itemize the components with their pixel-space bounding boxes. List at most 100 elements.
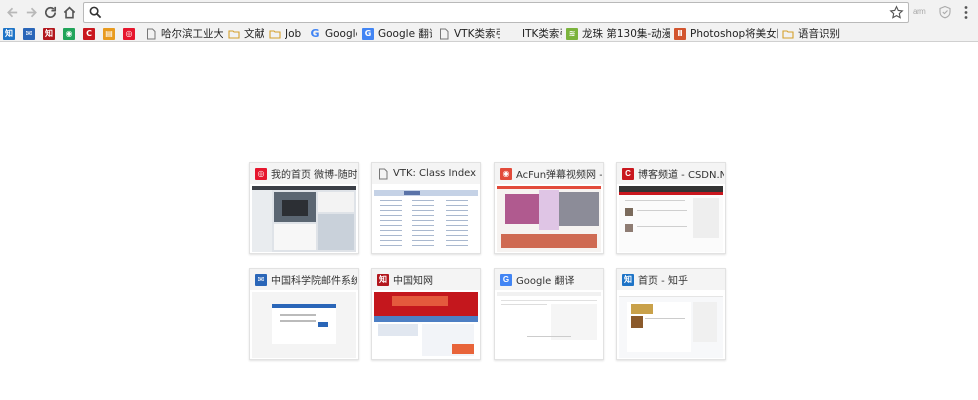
page-icon [379,168,388,179]
thumb-block [380,240,402,241]
bookmark-item[interactable]: 知 [43,26,57,41]
tile-header: ✉ 中国科学院邮件系统 [250,269,358,290]
tile-header: C 博客频道 - CSDN.NET [617,163,725,184]
most-visited-tile[interactable]: ◎ 我的首页 微博-随时随地 [249,162,359,254]
thumb-block [446,205,468,206]
address-input[interactable] [106,4,886,21]
zhihu-icon: 知 [3,27,15,40]
thumb-block [380,215,402,216]
thumb-block [501,300,597,301]
thumb-block [380,210,402,211]
bookmark-item[interactable]: Job [269,26,305,41]
bookmark-item[interactable]: 文献 [228,26,264,41]
reload-button[interactable] [41,3,60,22]
thumb-block [380,235,402,236]
tile-thumbnail [252,292,356,358]
back-button[interactable] [3,3,22,22]
bookmark-item[interactable]: ◉ [63,26,77,41]
weibo-icon: ◎ [255,167,267,180]
tile-thumbnail [619,292,723,358]
forward-arrow-icon [26,7,37,18]
most-visited-tile[interactable]: C 博客频道 - CSDN.NET [616,162,726,254]
thumb-block [501,304,547,340]
thumb-block [380,205,402,206]
tile-thumbnail [374,186,478,252]
bookmark-item[interactable]: ITK类索引 [506,26,562,41]
thumb-block [637,210,687,211]
bookmark-item[interactable]: G Google [309,26,357,41]
thumb-block [378,324,418,336]
cnki-icon: 知 [377,273,389,286]
orange-icon: ▤ [103,27,115,40]
page-icon [147,28,156,39]
thumb-block [446,235,468,236]
bookmark-item[interactable]: ≋ 龙珠 第130集-动漫-高 [566,26,670,41]
bookmark-item[interactable]: VTK类索引 [438,26,500,41]
most-visited-tile[interactable]: VTK: Class Index [371,162,481,254]
thumb-block [380,230,402,231]
thumb-block [380,200,402,201]
most-visited-tile[interactable]: ✉ 中国科学院邮件系统 [249,268,359,360]
menu-dots-icon[interactable] [962,5,970,20]
bookmark-item[interactable]: 哈尔滨工业大学 [145,26,223,41]
bookmark-item[interactable]: ▤ [103,26,117,41]
bookmark-label: VTK类索引 [454,28,500,40]
bookmark-item[interactable]: ✉ [23,26,37,41]
address-bar[interactable] [83,2,909,23]
home-button[interactable] [60,3,79,22]
thumb-block [446,200,468,201]
thumb-block [497,292,601,296]
bookmark-item[interactable]: C [83,26,97,41]
bookmark-star-icon[interactable] [889,5,904,20]
thumb-block [551,304,597,340]
thumb-block [374,190,478,196]
thumb-block [497,186,601,189]
thumb-block [539,190,559,230]
bookmark-item[interactable]: 知 [3,26,17,41]
thumb-block [380,220,402,221]
bookmark-item[interactable]: G Google 翻译 [362,26,432,41]
thumb-block [501,304,547,305]
bookmark-label: Google [325,27,357,40]
most-visited-tile[interactable]: 知中国知网 [371,268,481,360]
ps-icon: Ⅱ [674,27,686,40]
google-translate-icon: G [362,27,374,40]
thumb-block [446,215,468,216]
thumb-block [412,240,434,241]
tile-thumbnail [497,186,601,252]
folder-icon [782,29,794,39]
thumb-block [252,190,272,252]
thumb-block [412,230,434,231]
most-visited-tile[interactable]: ◉ AcFun弹幕视频网 - 认真 [494,162,604,254]
thumb-block [631,304,653,314]
forward-button[interactable] [22,3,41,22]
extension-arm-button[interactable]: arm [913,7,926,16]
shield-extension-icon[interactable] [938,5,952,19]
thumb-block [619,192,723,195]
page-icon [440,28,449,39]
tile-title: 中国科学院邮件系统 [271,276,357,287]
most-visited-tile[interactable]: 知首页 - 知乎 [616,268,726,360]
green-icon: ≋ [566,27,578,40]
tile-header: 知首页 - 知乎 [617,269,725,290]
thumb-block [446,210,468,211]
bookmark-label: Google 翻译 [378,28,432,40]
thumb-block [412,210,434,211]
thumb-block [446,230,468,231]
tile-title: 博客频道 - CSDN.NET [638,170,724,181]
bookmark-item[interactable]: Ⅱ Photoshop将美女图片 [674,26,778,41]
thumb-block [412,245,434,246]
most-visited-tile[interactable]: G Google 翻译 [494,268,604,360]
thumb-block [446,225,468,226]
thumb-block [404,191,420,195]
tile-thumbnail [497,292,601,358]
bookmark-item[interactable]: 语音识别 [782,26,862,41]
browser-toolbar: arm [0,0,978,25]
tile-title: Google 翻译 [516,276,575,287]
thumb-block [645,318,685,319]
bookmark-item[interactable]: ◎ [123,26,137,41]
tile-title: VTK: Class Index [393,168,477,179]
home-icon [63,6,76,19]
search-icon [89,6,102,19]
mail-icon: ✉ [23,27,35,40]
